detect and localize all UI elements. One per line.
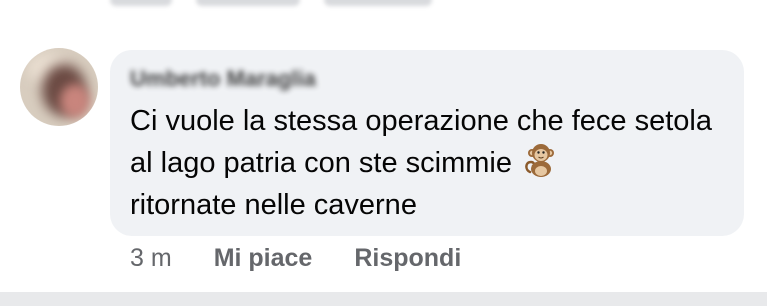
comment-author-name[interactable]: Umberto Maraglia: [130, 66, 316, 92]
monkey-emoji-icon: [525, 144, 555, 177]
comment-bubble: Umberto Maraglia Ci vuole la stessa oper…: [110, 50, 744, 236]
previous-like-placeholder: [196, 0, 300, 6]
previous-time-placeholder: [110, 0, 172, 6]
comment-body-text: Ci vuole la stessa operazione che fece s…: [130, 105, 712, 179]
like-button[interactable]: Mi piace: [214, 244, 313, 273]
previous-reply-placeholder: [324, 0, 432, 6]
comment-body-text-continued: ritornate nelle caverne: [130, 189, 417, 221]
avatar[interactable]: [20, 48, 98, 126]
previous-comment-actions: [110, 0, 432, 10]
comment-text: Ci vuole la stessa operazione che fece s…: [130, 100, 730, 226]
comment-timestamp[interactable]: 3 m: [130, 244, 172, 273]
section-divider: [0, 292, 767, 306]
reply-button[interactable]: Rispondi: [354, 244, 461, 273]
comment-actions: 3 m Mi piace Rispondi: [130, 240, 461, 276]
